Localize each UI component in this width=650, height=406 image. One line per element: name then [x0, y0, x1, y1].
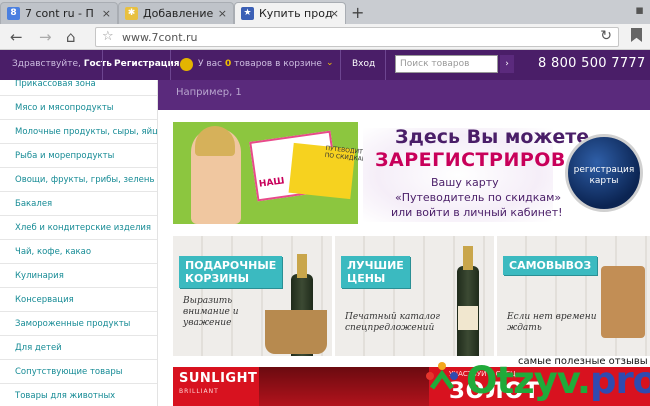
browser-tab-2[interactable]: ✱ Добавление × — [118, 2, 234, 24]
registration-banner[interactable]: ПУТЕВОДИТЕЛЬ ПО СКИДКАМ НАШ Здесь Вы мож… — [173, 122, 650, 224]
watermark-logo: Otzyv.pro — [466, 359, 650, 402]
sidebar-item[interactable]: Замороженные продукты — [0, 312, 157, 336]
back-arrow-icon[interactable]: ← — [10, 27, 23, 47]
search-input[interactable]: Поиск товаров — [395, 55, 498, 73]
close-tab-icon[interactable]: × — [330, 3, 339, 24]
bookmark-star-icon[interactable]: ☆ — [102, 29, 114, 44]
sidebar-item[interactable]: Для детей — [0, 336, 157, 360]
browser-tab-1[interactable]: 8 7 cont ru - П × — [0, 2, 118, 24]
promo-text: Выразить внимание и уважение — [183, 296, 239, 328]
category-sidebar: Прикассовая зона Мясо и мясопродукты Мол… — [0, 80, 158, 406]
promo-tag: САМОВЫВОЗ — [503, 256, 598, 275]
promo-tag: ПОДАРОЧНЫЕ КОРЗИНЫ — [179, 256, 283, 288]
promo-text: Печатный каталог спецпредложений — [345, 312, 440, 333]
cart-icon[interactable] — [180, 58, 193, 71]
cart-summary[interactable]: У вас 0 товаров в корзине — [198, 59, 322, 69]
sunlight-logo: SUNLIGHT — [179, 371, 258, 386]
sidebar-item[interactable]: Хлеб и кондитерские изделия — [0, 216, 157, 240]
site-header: Здравствуйте, Гость Регистрация У вас 0 … — [0, 50, 650, 80]
sidebar-item[interactable]: Бакалея — [0, 192, 157, 216]
sidebar-item[interactable]: Чай, кофе, какао — [0, 240, 157, 264]
promo-text: Если нет времени ждать — [507, 312, 597, 333]
sidebar-item[interactable]: Кулинария — [0, 264, 157, 288]
search-hint: Например, 1 — [176, 87, 242, 98]
grocery-bag-image — [601, 266, 645, 338]
google-favicon-icon: 8 — [7, 7, 20, 20]
sidebar-item[interactable]: Сопутствующие товары — [0, 360, 157, 384]
login-link[interactable]: Вход — [352, 59, 375, 69]
tab-overflow-icon[interactable]: ▪ — [635, 3, 644, 18]
pinwheel-favicon-icon: ✱ — [125, 7, 138, 20]
tab-title: Купить прод — [259, 7, 333, 20]
forward-arrow-icon[interactable]: → — [39, 27, 52, 47]
promo-tag: ЛУЧШИЕ ЦЕНЫ — [341, 256, 410, 288]
banner-line-3: Вашу карту — [431, 176, 499, 189]
sidebar-item[interactable]: Товары для животных — [0, 384, 157, 406]
promo-pickup[interactable]: САМОВЫВОЗ Если нет времени ждать — [497, 236, 650, 356]
banner-line-4: «Путеводитель по скидкам» — [395, 191, 562, 204]
tab-title: Добавление — [143, 7, 214, 20]
cart-count: 0 — [225, 59, 232, 69]
sidebar-item[interactable]: Овощи, фрукты, грибы, зелень — [0, 168, 157, 192]
7cont-favicon-icon: ★ — [241, 7, 254, 20]
user-name: Гость — [83, 59, 112, 69]
browser-tab-bar: 8 7 cont ru - П × ✱ Добавление × ★ Купит… — [0, 0, 650, 24]
card-registration-button[interactable]: регистрация карты — [565, 134, 643, 212]
url-field[interactable]: ☆ www.7cont.ru ↻ — [95, 27, 619, 47]
address-bar: ← → ⌂ ☆ www.7cont.ru ↻ — [0, 24, 650, 50]
promo-gift-baskets[interactable]: ПОДАРОЧНЫЕ КОРЗИНЫ Выразить внимание и уваж… — [173, 236, 332, 356]
banner-line-5: или войти в личный кабинет! — [391, 206, 563, 219]
search-icon[interactable]: › — [500, 55, 514, 73]
champagne-bottle-image — [457, 246, 479, 356]
phone-number: 8 800 500 7777 — [538, 56, 646, 71]
banner-line-1: Здесь Вы можете — [395, 126, 590, 148]
home-icon[interactable]: ⌂ — [66, 27, 76, 47]
browser-tab-3[interactable]: ★ Купить прод × — [234, 2, 346, 24]
sidebar-item[interactable]: Мясо и мясопродукты — [0, 96, 157, 120]
reload-icon[interactable]: ↻ — [600, 28, 612, 44]
sunlight-sub: BRILLIANT — [179, 388, 219, 395]
promo-best-prices[interactable]: ЛУЧШИЕ ЦЕНЫ Печатный каталог спецпредложен… — [335, 236, 494, 356]
greeting: Здравствуйте, Гость — [12, 59, 112, 69]
bookmarks-icon[interactable] — [631, 28, 642, 42]
sidebar-item[interactable]: Прикассовая зона — [0, 80, 157, 96]
gift-basket-image — [265, 310, 327, 354]
close-tab-icon[interactable]: × — [102, 3, 111, 24]
sidebar-item[interactable]: Консервация — [0, 288, 157, 312]
tab-title: 7 cont ru - П — [25, 7, 94, 20]
url-text[interactable]: www.7cont.ru — [122, 31, 198, 44]
new-tab-button[interactable]: + — [351, 3, 364, 22]
sidebar-item[interactable]: Рыба и морепродукты — [0, 144, 157, 168]
chevron-down-icon[interactable]: ⌄ — [326, 58, 334, 68]
close-tab-icon[interactable]: × — [218, 3, 227, 24]
sidebar-item[interactable]: Молочные продукты, сыры, яйца — [0, 120, 157, 144]
otzyv-logo-icon — [426, 362, 458, 390]
